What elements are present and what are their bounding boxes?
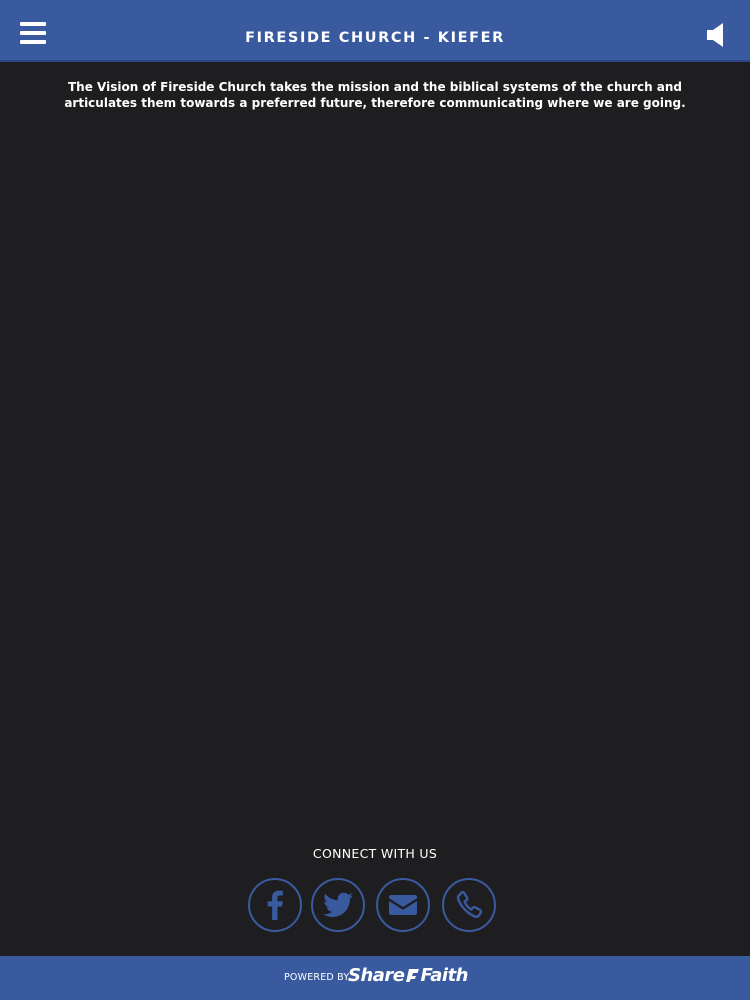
sharefaith-mark-icon [405,967,420,982]
menu-line [20,31,46,35]
facebook-icon [267,890,283,920]
phone-icon [456,890,483,918]
phone-button[interactable] [442,878,496,932]
menu-line [20,22,46,26]
twitter-button[interactable] [311,878,365,932]
speaker-icon[interactable] [706,21,728,49]
footer-bar: POWERED BY Share Faith [0,956,750,1000]
top-navigation-bar: FIRESIDE CHURCH - KIEFER [0,0,750,62]
email-button[interactable] [376,878,430,932]
hamburger-menu-icon[interactable] [20,22,46,46]
app-title: FIRESIDE CHURCH - KIEFER [245,30,505,46]
twitter-icon [323,892,353,917]
envelope-icon [389,895,417,915]
facebook-button[interactable] [248,878,302,932]
vision-statement: The Vision of Fireside Church takes the … [64,80,686,110]
sharefaith-logo[interactable]: Share Faith [348,965,468,986]
connect-heading: CONNECT WITH US [312,846,438,861]
brand-right: Faith [420,965,469,986]
brand-left: Share [348,965,405,986]
powered-by-label: POWERED BY [284,972,350,983]
menu-line [20,40,46,44]
